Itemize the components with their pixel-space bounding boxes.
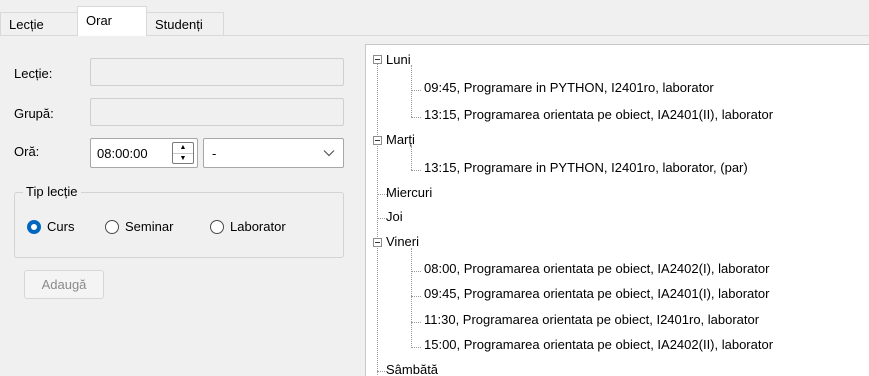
radio-unchecked-icon [210,219,224,234]
spin-down-icon[interactable]: ▼ [173,152,193,164]
tree-day-vineri[interactable]: Vineri [386,230,419,254]
tree-connector [411,146,412,170]
tree-item[interactable]: 09:45, Programare in PYTHON, I2401ro, la… [424,76,714,100]
ora-label: Oră: [14,144,40,159]
tree-day-miercuri[interactable]: Miercuri [386,181,432,205]
time-picker[interactable]: 08:00:00 ▲ ▼ [90,138,198,168]
tree-item[interactable]: 08:00, Programarea orientata pe obiect, … [424,257,769,281]
tree-connector [411,322,421,323]
time-value: 08:00:00 [97,145,148,161]
tab-lectie[interactable]: Lecție [0,12,78,35]
tree-connector [411,347,421,348]
radio-seminar[interactable]: Seminar [105,219,173,234]
grupa-label: Grupă: [14,106,54,121]
tree-connector [411,65,412,117]
tree-day-luni[interactable]: Luni [386,48,411,72]
radio-curs-label: Curs [47,219,75,234]
tree-connector [411,117,421,118]
tree-item[interactable]: 15:00, Programarea orientata pe obiect, … [424,333,773,357]
tree-item[interactable]: 09:45, Programarea orientata pe obiect, … [424,282,769,306]
chevron-down-icon [323,150,335,157]
tree-connector [411,170,421,171]
parity-selected: - [212,145,217,161]
lesson-form: Lecție: Grupă: Oră: 08:00:00 ▲ ▼ - Tip l… [14,52,354,372]
time-spinner[interactable]: ▲ ▼ [172,142,194,164]
collapse-icon[interactable] [373,238,382,247]
radio-laborator-label: Laborator [230,219,286,234]
tree-day-sambata[interactable]: Sâmbătă [386,358,438,376]
lectie-label: Lecție: [14,66,53,81]
add-button[interactable]: Adaugă [24,270,104,299]
radio-curs[interactable]: Curs [27,219,74,234]
grupa-field[interactable] [90,98,344,126]
tree-connector [411,296,421,297]
tree-item[interactable]: 13:15, Programarea orientata pe obiect, … [424,103,773,127]
schedule-tree[interactable]: Luni 09:45, Programare in PYTHON, I2401r… [365,44,869,376]
tab-bar: Lecție Orar Studenți [0,0,869,36]
tree-connector [411,271,421,272]
tree-connector [411,90,421,91]
tree-item[interactable]: 13:15, Programare in PYTHON, I2401ro, la… [424,156,748,180]
parity-dropdown[interactable]: - [203,138,344,168]
tip-lectie-legend: Tip lecție [23,184,81,199]
radio-checked-icon [27,219,41,234]
lectie-field[interactable] [90,58,344,86]
tab-orar[interactable]: Orar [77,6,147,36]
tree-item[interactable]: 11:30, Programarea orientata pe obiect, … [424,308,759,332]
radio-unchecked-icon [105,219,119,234]
collapse-icon[interactable] [373,55,382,64]
tab-studenti[interactable]: Studenți [146,12,224,35]
tip-lectie-group: Tip lecție Curs Seminar Laborator [14,184,344,258]
radio-laborator[interactable]: Laborator [210,219,286,234]
spin-up-icon[interactable]: ▲ [173,143,193,153]
tree-connector [411,248,412,348]
radio-seminar-label: Seminar [125,219,174,234]
tree-day-joi[interactable]: Joi [386,205,403,229]
collapse-icon[interactable] [373,136,382,145]
